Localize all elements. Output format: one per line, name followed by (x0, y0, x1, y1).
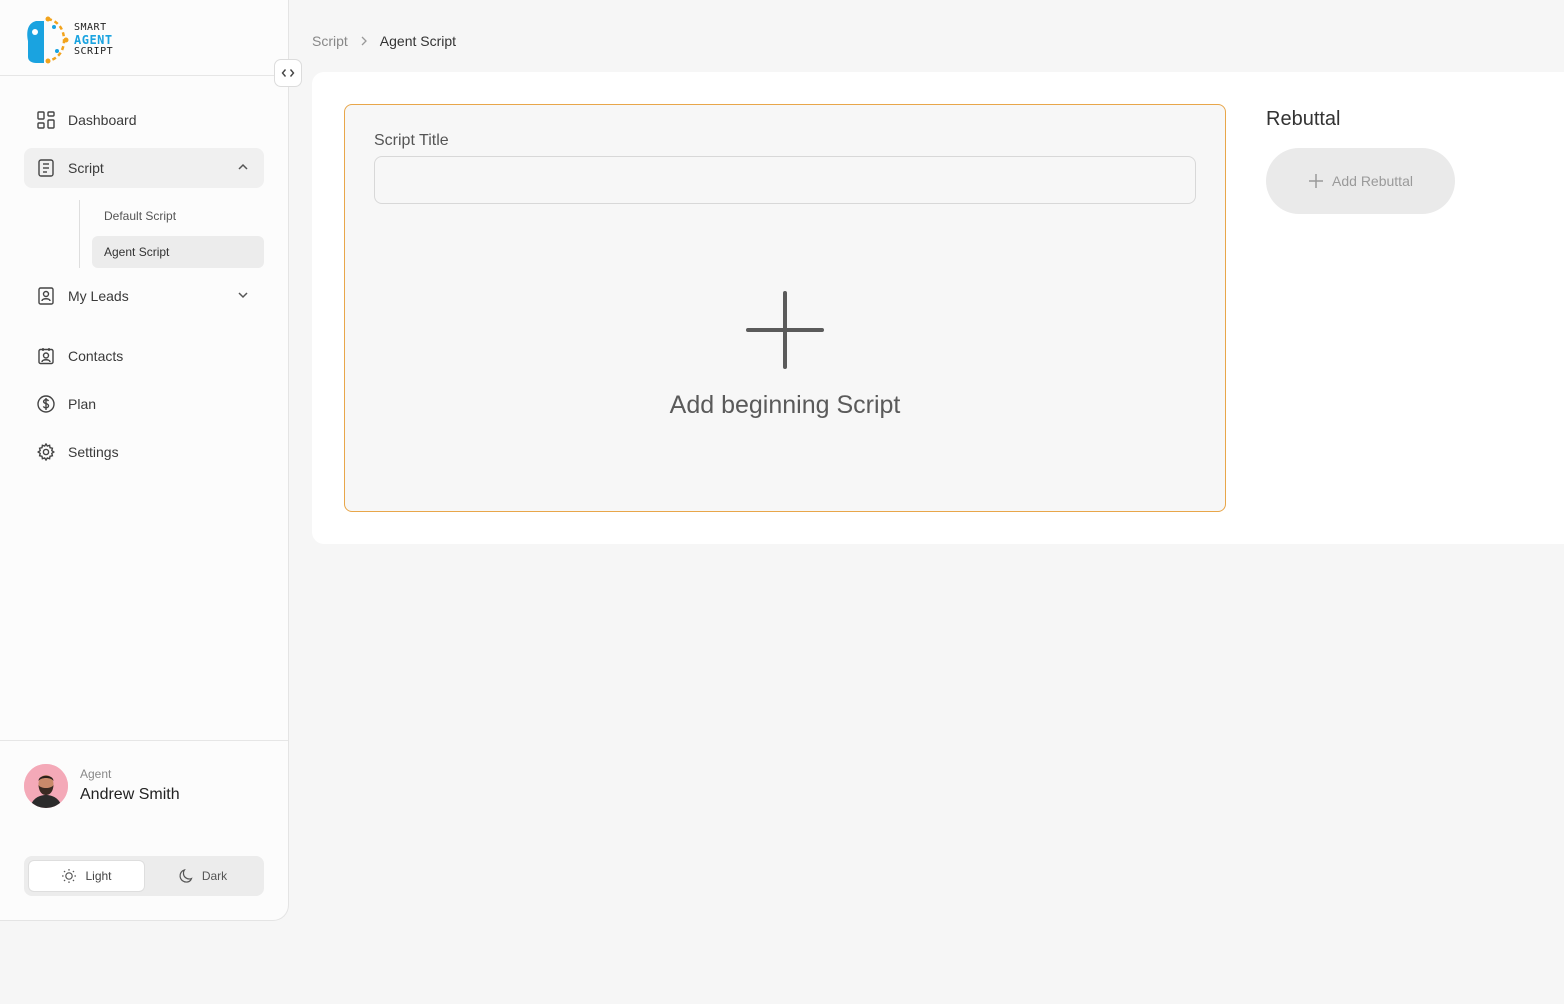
sidebar-item-contacts[interactable]: Contacts (24, 336, 264, 376)
theme-toggle: Light Dark (24, 856, 264, 896)
sidebar-item-label: Script (68, 160, 104, 176)
sidebar-item-plan[interactable]: Plan (24, 384, 264, 424)
chevron-down-icon[interactable] (236, 288, 250, 302)
script-title-label: Script Title (374, 132, 449, 149)
sidebar-item-settings[interactable]: Settings (24, 432, 264, 472)
sidebar-item-label: Settings (68, 444, 119, 460)
code-chevrons-icon (281, 69, 295, 77)
user-name: Andrew Smith (80, 786, 180, 803)
script-editor-box: Script Title Add beginning Script (344, 104, 1226, 512)
breadcrumb-parent-link[interactable]: Script (312, 33, 348, 49)
sun-icon (62, 869, 77, 883)
sidebar-subitem-agent-script[interactable]: Agent Script (92, 236, 264, 268)
sidebar: SMART AGENT SCRIPT Dashboard Script Defa… (0, 0, 289, 921)
sidebar-item-label: My Leads (68, 288, 129, 304)
logo-line-agent: AGENT (74, 33, 113, 47)
sidebar-item-my-leads[interactable]: My Leads (24, 276, 264, 316)
theme-light-button[interactable]: Light (28, 860, 145, 892)
sidebar-subitem-label: Default Script (104, 209, 177, 223)
avatar[interactable] (24, 764, 68, 808)
theme-dark-button[interactable]: Dark (145, 860, 260, 892)
sidebar-item-dashboard[interactable]: Dashboard (24, 100, 264, 140)
sidebar-subitem-label: Agent Script (104, 245, 170, 259)
breadcrumb: Script Agent Script (312, 33, 456, 49)
add-rebuttal-label: Add Rebuttal (1332, 173, 1413, 189)
dashboard-grid-icon (36, 110, 56, 130)
theme-light-label: Light (85, 869, 112, 883)
add-beginning-script-label: Add beginning Script (669, 391, 901, 419)
user-divider (0, 740, 288, 741)
chevron-up-icon[interactable] (236, 160, 250, 174)
gear-icon (36, 442, 56, 462)
logo-line-script: SCRIPT (74, 46, 114, 57)
leads-icon (36, 286, 56, 306)
dollar-circle-icon (36, 394, 56, 414)
app-logo[interactable]: SMART AGENT SCRIPT (24, 12, 134, 68)
sidebar-item-label: Dashboard (68, 112, 137, 128)
sidebar-item-script[interactable]: Script (24, 148, 264, 188)
moon-icon (179, 868, 193, 883)
add-rebuttal-button[interactable]: Add Rebuttal (1266, 148, 1455, 214)
plus-icon (746, 291, 824, 369)
user-avatar-image (24, 764, 68, 808)
sidebar-subitem-default-script[interactable]: Default Script (92, 200, 264, 232)
sidebar-collapse-button[interactable] (274, 59, 302, 87)
sidebar-item-label: Plan (68, 396, 97, 412)
main-content-card: Script Title Add beginning Script Rebutt… (312, 72, 1564, 544)
submenu-line (79, 200, 80, 268)
robot-logo-icon (27, 16, 69, 64)
plus-icon (1309, 174, 1324, 188)
sidebar-item-label: Contacts (68, 348, 124, 364)
contacts-icon (36, 346, 56, 366)
rebuttal-title: Rebuttal (1266, 108, 1341, 130)
breadcrumb-current: Agent Script (379, 33, 457, 49)
theme-dark-label: Dark (201, 869, 228, 883)
add-beginning-script-button[interactable]: Add beginning Script (345, 291, 1225, 420)
script-document-icon (36, 158, 56, 178)
logo-text: SMART AGENT SCRIPT (74, 22, 113, 58)
user-role: Agent (80, 767, 112, 781)
chevron-right-icon (360, 36, 368, 46)
logo-divider (0, 75, 288, 76)
script-title-input[interactable] (374, 156, 1196, 204)
